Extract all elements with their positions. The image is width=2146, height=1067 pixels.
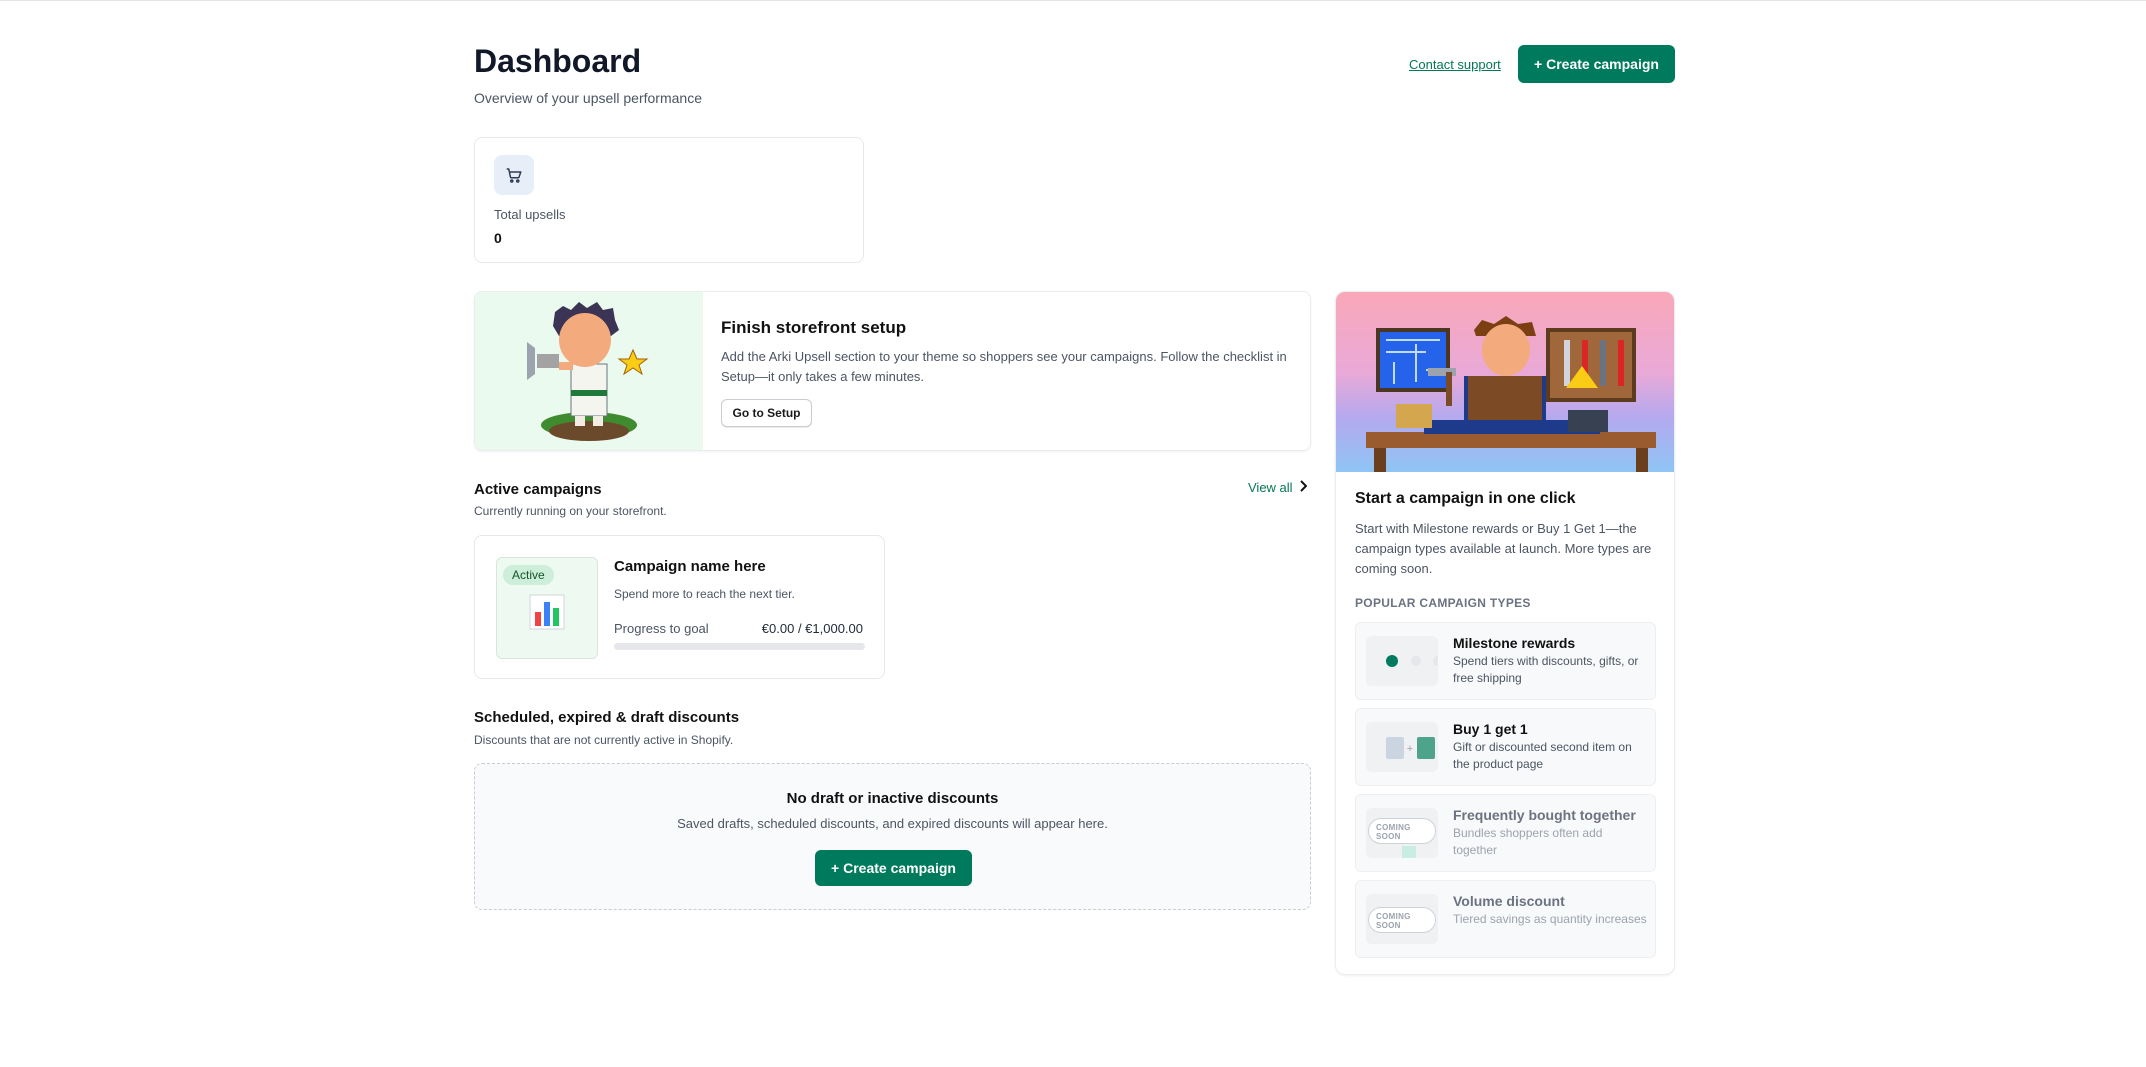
setup-title: Finish storefront setup bbox=[721, 318, 907, 337]
svg-text:+: + bbox=[1407, 743, 1413, 755]
page-subtitle: Overview of your upsell performance bbox=[474, 90, 702, 106]
progress-value: €0.00 / €1,000.00 bbox=[761, 621, 863, 636]
view-all-link[interactable]: View all bbox=[1248, 480, 1307, 495]
campaign-type-volume-discount: COMING SOON Volume discount Tiered savin… bbox=[1355, 880, 1656, 958]
campaign-card[interactable]: Active Campaign name here Spend more to … bbox=[474, 535, 885, 679]
contact-support-link[interactable]: Contact support bbox=[1409, 57, 1501, 72]
milestone-thumbnail bbox=[1366, 636, 1438, 686]
campaign-name: Campaign name here bbox=[614, 558, 766, 575]
type-name: Milestone rewards bbox=[1453, 635, 1576, 651]
campaign-type-milestone-rewards[interactable]: Milestone rewards Spend tiers with disco… bbox=[1355, 622, 1656, 700]
stat-value: 0 bbox=[494, 230, 502, 246]
go-to-setup-button[interactable]: Go to Setup bbox=[721, 399, 812, 427]
campaign-thumbnail: Active bbox=[496, 557, 598, 659]
create-campaign-button[interactable]: + Create campaign bbox=[1518, 45, 1675, 83]
scheduled-discounts-subtitle: Discounts that are not currently active … bbox=[474, 733, 734, 747]
progress-bar bbox=[614, 643, 865, 650]
coming-soon-badge: COMING SOON bbox=[1368, 818, 1436, 844]
coming-soon-badge: COMING SOON bbox=[1368, 907, 1436, 933]
setup-mascot-illustration bbox=[475, 292, 703, 450]
quick-start-card: Start a campaign in one click Start with… bbox=[1335, 291, 1675, 975]
bar-chart-icon bbox=[529, 594, 565, 630]
volume-thumbnail: COMING SOON bbox=[1366, 894, 1438, 944]
page-title: Dashboard bbox=[474, 43, 642, 79]
section-label: POPULAR CAMPAIGN TYPES bbox=[1355, 596, 1531, 610]
chevron-right-icon bbox=[1299, 480, 1307, 495]
type-description: Spend tiers with discounts, gifts, or fr… bbox=[1453, 654, 1639, 685]
quick-start-description: Start with Milestone rewards or Buy 1 Ge… bbox=[1355, 521, 1652, 576]
type-description: Gift or discounted second item on the pr… bbox=[1453, 740, 1632, 771]
storefront-setup-card: Finish storefront setup Add the Arki Ups… bbox=[474, 291, 1311, 451]
empty-create-campaign-button[interactable]: + Create campaign bbox=[815, 850, 972, 886]
empty-state-title: No draft or inactive discounts bbox=[786, 790, 999, 807]
type-description: Bundles shoppers often add together bbox=[1453, 826, 1603, 857]
active-campaigns-title: Active campaigns bbox=[474, 481, 602, 498]
campaign-description: Spend more to reach the next tier. bbox=[614, 587, 795, 601]
view-all-label: View all bbox=[1248, 480, 1293, 495]
stat-label: Total upsells bbox=[494, 207, 566, 222]
empty-state: No draft or inactive discounts Saved dra… bbox=[474, 763, 1311, 910]
campaign-type-buy-1-get-1[interactable]: + Buy 1 get 1 Gift or discounted second … bbox=[1355, 708, 1656, 786]
fbt-thumbnail: COMING SOON bbox=[1366, 808, 1438, 858]
setup-description: Add the Arki Upsell section to your them… bbox=[721, 349, 1287, 384]
scheduled-discounts-title: Scheduled, expired & draft discounts bbox=[474, 709, 740, 726]
page-header: Dashboard Overview of your upsell perfor… bbox=[474, 43, 1675, 113]
empty-state-subtitle: Saved drafts, scheduled discounts, and e… bbox=[677, 816, 1108, 831]
status-badge: Active bbox=[503, 565, 554, 585]
total-upsells-card: Total upsells 0 bbox=[474, 137, 864, 263]
type-name: Buy 1 get 1 bbox=[1453, 721, 1528, 737]
type-name: Frequently bought together bbox=[1453, 807, 1636, 823]
progress-label: Progress to goal bbox=[614, 621, 709, 636]
quick-start-title: Start a campaign in one click bbox=[1355, 490, 1576, 507]
campaign-type-frequently-bought-together: COMING SOON Frequently bought together B… bbox=[1355, 794, 1656, 872]
type-name: Volume discount bbox=[1453, 893, 1565, 909]
bogo-thumbnail: + bbox=[1366, 722, 1438, 772]
cart-icon bbox=[494, 155, 534, 195]
workshop-illustration bbox=[1336, 292, 1674, 472]
active-campaigns-subtitle: Currently running on your storefront. bbox=[474, 504, 667, 518]
type-description: Tiered savings as quantity increases bbox=[1453, 912, 1647, 926]
